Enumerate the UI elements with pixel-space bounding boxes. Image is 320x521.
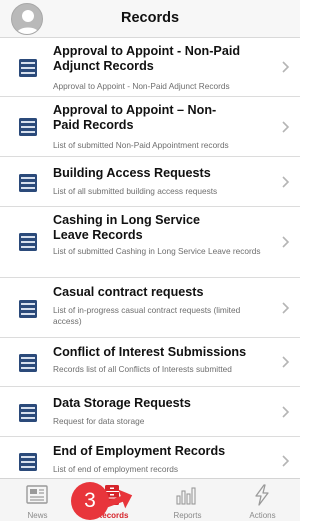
document-stack-icon — [19, 404, 37, 422]
records-list: Approval to Appoint - Non-Paid Adjunct R… — [0, 38, 300, 478]
chevron-right-icon — [282, 455, 290, 467]
lightning-icon — [255, 484, 269, 506]
chevron-right-icon — [282, 406, 290, 418]
document-stack-icon — [19, 174, 37, 192]
record-title: Building Access Requests — [53, 166, 211, 180]
chevron-right-icon — [282, 121, 290, 133]
record-subtitle: List of submitted Cashing in Long Servic… — [53, 246, 261, 256]
record-subtitle: List of in-progress casual contract requ… — [53, 305, 241, 326]
list-item[interactable]: End of Employment Records List of end of… — [0, 437, 300, 478]
page-title: Records — [120, 10, 180, 26]
list-item[interactable]: Approval to Appoint – Non-Paid Records L… — [0, 97, 300, 157]
record-subtitle: List of all submitted building access re… — [53, 186, 218, 196]
list-item[interactable]: Building Access Requests List of all sub… — [0, 157, 300, 207]
list-item[interactable]: Conflict of Interest Submissions Records… — [0, 338, 300, 387]
tab-label: Reports — [173, 511, 202, 520]
newspaper-icon — [26, 485, 48, 504]
step-pointer-arrow-icon — [104, 489, 133, 509]
record-subtitle: List of end of employment records — [53, 464, 178, 474]
tab-actions[interactable]: Actions — [225, 479, 300, 521]
list-item[interactable]: Cashing in Long Service Leave Records Li… — [0, 207, 300, 278]
document-stack-icon — [19, 300, 37, 318]
tab-label: News — [27, 511, 48, 520]
record-title: End of Employment Records — [53, 444, 226, 458]
document-stack-icon — [19, 59, 37, 77]
tab-news[interactable]: News — [0, 479, 75, 521]
record-title: Data Storage Requests — [53, 396, 191, 410]
bottom-tab-bar: News Records Reports Actions — [0, 478, 300, 521]
chevron-right-icon — [282, 356, 290, 368]
list-item[interactable]: Data Storage Requests Request for data s… — [0, 387, 300, 437]
record-subtitle: Request for data storage — [53, 416, 145, 426]
record-subtitle: List of submitted Non-Paid Appointment r… — [53, 140, 229, 150]
chevron-right-icon — [282, 236, 290, 248]
document-stack-icon — [19, 118, 37, 136]
chevron-right-icon — [282, 176, 290, 188]
record-title: Casual contract requests — [53, 285, 204, 299]
tab-reports[interactable]: Reports — [150, 479, 225, 521]
record-subtitle: Records list of all Conflicts of Interes… — [53, 364, 232, 374]
record-title: Approval to Appoint – Non-Paid Records — [53, 103, 217, 132]
document-stack-icon — [19, 354, 37, 372]
record-title: Approval to Appoint - Non-Paid Adjunct R… — [53, 44, 241, 73]
bar-chart-icon — [176, 487, 196, 505]
chevron-right-icon — [282, 302, 290, 314]
record-title: Cashing in Long Service Leave Records — [53, 213, 200, 242]
chevron-right-icon — [282, 61, 290, 73]
top-bar: Records — [0, 0, 300, 38]
list-item[interactable]: Approval to Appoint - Non-Paid Adjunct R… — [0, 38, 300, 97]
record-title: Conflict of Interest Submissions — [53, 345, 247, 359]
document-stack-icon — [19, 453, 37, 471]
tab-label: Actions — [249, 511, 276, 520]
record-subtitle: Approval to Appoint - Non-Paid Adjunct R… — [53, 81, 230, 91]
list-item[interactable]: Casual contract requests List of in-prog… — [0, 278, 300, 338]
document-stack-icon — [19, 233, 37, 251]
